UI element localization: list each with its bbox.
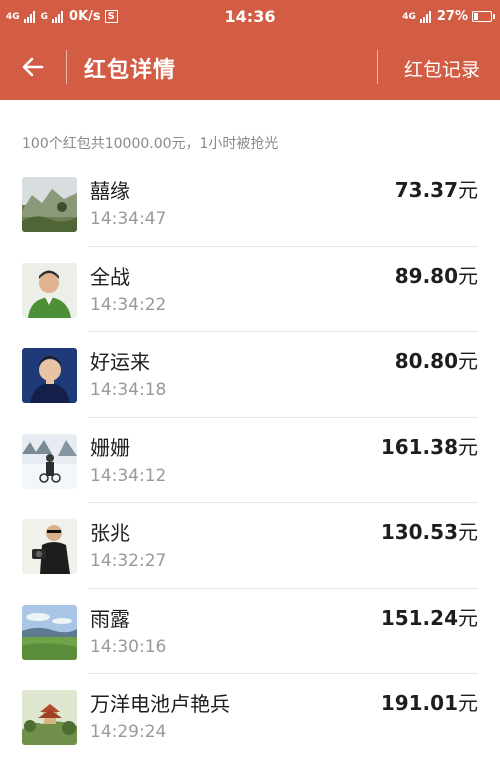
currency-unit: 元 xyxy=(458,520,478,544)
currency-unit: 元 xyxy=(458,349,478,373)
app-bar-divider-left xyxy=(66,50,67,84)
recipient-name: 好运来 xyxy=(90,350,150,374)
grab-amount: 151.24元 xyxy=(381,602,478,631)
grab-time: 14:34:47 xyxy=(90,209,167,229)
list-item[interactable]: 万洋电池卢艳兵 14:29:24 191.01元 xyxy=(0,673,500,759)
recipient-name: 全战 xyxy=(90,264,130,289)
recipient-name: 囍缘 xyxy=(90,179,130,203)
recipient-name: 万洋电池卢艳兵 xyxy=(90,692,230,716)
grab-amount: 161.38元 xyxy=(381,431,478,460)
avatar-man-green-shirt xyxy=(22,262,77,318)
network-type-3: 4G xyxy=(402,11,416,22)
status-right: 4G 27% xyxy=(402,9,495,24)
list-item[interactable]: 全战 14:34:22 89.80元 xyxy=(0,245,500,332)
status-bar: 4G G 0K/s S 14:36 4G 27% xyxy=(0,0,500,34)
battery-percent: 27% xyxy=(436,9,468,24)
amount-value: 191.01 xyxy=(380,691,458,715)
recipient-name: 雨露 xyxy=(90,606,130,631)
amount-value: 80.80 xyxy=(394,349,458,373)
avatar-landscape-rocks xyxy=(22,177,77,232)
battery-icon xyxy=(472,11,495,22)
grab-amount: 89.80元 xyxy=(395,260,478,289)
amount-value: 89.80 xyxy=(394,263,458,288)
currency-unit: 元 xyxy=(458,691,478,715)
page-title: 红包详情 xyxy=(84,58,177,83)
list-item[interactable]: 张兆 14:32:27 130.53元 xyxy=(0,502,500,588)
list-item[interactable]: 囍缘 14:34:47 73.37元 xyxy=(0,160,500,246)
list-item[interactable]: 雨露 14:30:16 151.24元 xyxy=(0,587,500,674)
list-item[interactable]: 好运来 14:34:18 80.80元 xyxy=(0,331,500,417)
recipient-name: 张兆 xyxy=(90,521,130,545)
app-bar-divider-right xyxy=(377,50,378,84)
currency-unit: 元 xyxy=(458,434,478,459)
grab-time: 14:34:18 xyxy=(90,380,167,400)
grab-time: 14:30:16 xyxy=(90,636,167,657)
grab-amount: 73.37元 xyxy=(395,174,478,203)
recipient-name: 姗姗 xyxy=(90,435,130,460)
grab-time: 14:34:12 xyxy=(90,465,167,486)
grab-time: 14:32:27 xyxy=(90,551,167,571)
red-packet-summary: 100个红包共10000.00元，1小时被抢光 xyxy=(22,136,279,152)
grab-time: 14:29:24 xyxy=(90,722,167,742)
currency-unit: 元 xyxy=(458,178,478,202)
recipient-list: 囍缘 14:34:47 73.37元 全战 14:34:22 89.80元 好运… xyxy=(0,160,500,759)
amount-value: 73.37 xyxy=(394,178,458,202)
app-bar: 红包详情 红包记录 xyxy=(0,34,500,100)
grab-time: 14:34:22 xyxy=(90,294,167,315)
avatar-man-portrait xyxy=(22,348,77,403)
avatar-grassland-sky xyxy=(22,604,77,660)
currency-unit: 元 xyxy=(458,263,478,288)
amount-value: 161.38 xyxy=(380,434,458,459)
avatar-snow-scene xyxy=(22,433,77,489)
list-item[interactable]: 姗姗 14:34:12 161.38元 xyxy=(0,416,500,503)
grab-amount: 130.53元 xyxy=(381,516,478,545)
avatar-pavilion-landscape xyxy=(22,690,77,745)
back-button[interactable] xyxy=(14,49,54,85)
avatar-man-with-camera xyxy=(22,519,77,574)
amount-value: 151.24 xyxy=(380,605,458,630)
grab-amount: 80.80元 xyxy=(395,345,478,374)
red-packet-records-button[interactable]: 红包记录 xyxy=(404,55,480,82)
signal-icon-3 xyxy=(419,10,431,23)
amount-value: 130.53 xyxy=(380,520,458,544)
currency-unit: 元 xyxy=(458,605,478,630)
arrow-left-icon xyxy=(22,57,44,77)
grab-amount: 191.01元 xyxy=(381,687,478,716)
